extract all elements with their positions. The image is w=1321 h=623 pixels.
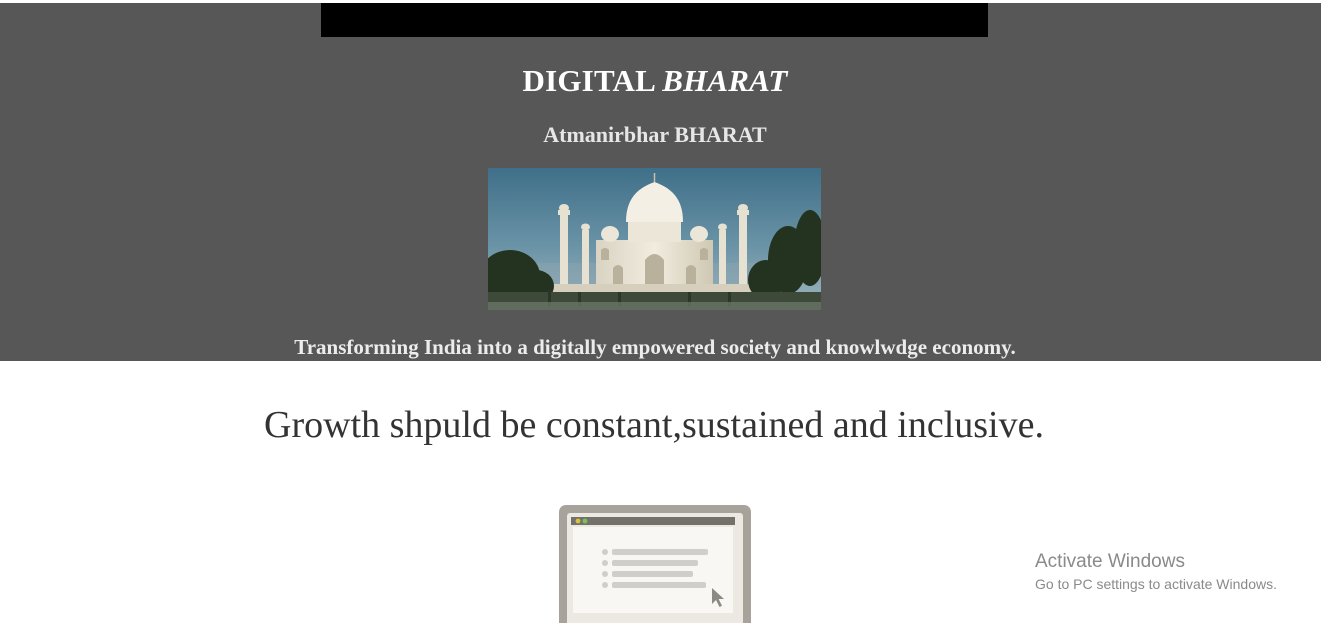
activate-windows-watermark: Activate Windows Go to PC settings to ac…	[1035, 551, 1315, 593]
browser-window-list-icon	[557, 504, 753, 623]
page: DIGITAL BHARAT Atmanirbhar BHARAT Transf…	[0, 0, 1321, 623]
title-emphasis: BHARAT	[662, 63, 788, 98]
page-title: DIGITAL BHARAT	[0, 63, 1310, 99]
growth-statement: Growth shpuld be constant,sustained and …	[264, 404, 1044, 446]
title-main: DIGITAL	[522, 63, 655, 98]
taj-mahal-image	[488, 168, 821, 310]
navigation-bar[interactable]	[321, 3, 988, 37]
activate-windows-title: Activate Windows	[1035, 551, 1185, 572]
activate-windows-subtitle: Go to PC settings to activate Windows.	[1035, 576, 1277, 592]
hero-section: DIGITAL BHARAT Atmanirbhar BHARAT Transf…	[0, 3, 1321, 361]
page-subtitle: Atmanirbhar BHARAT	[543, 122, 767, 147]
tagline: Transforming India into a digitally empo…	[294, 335, 1016, 359]
